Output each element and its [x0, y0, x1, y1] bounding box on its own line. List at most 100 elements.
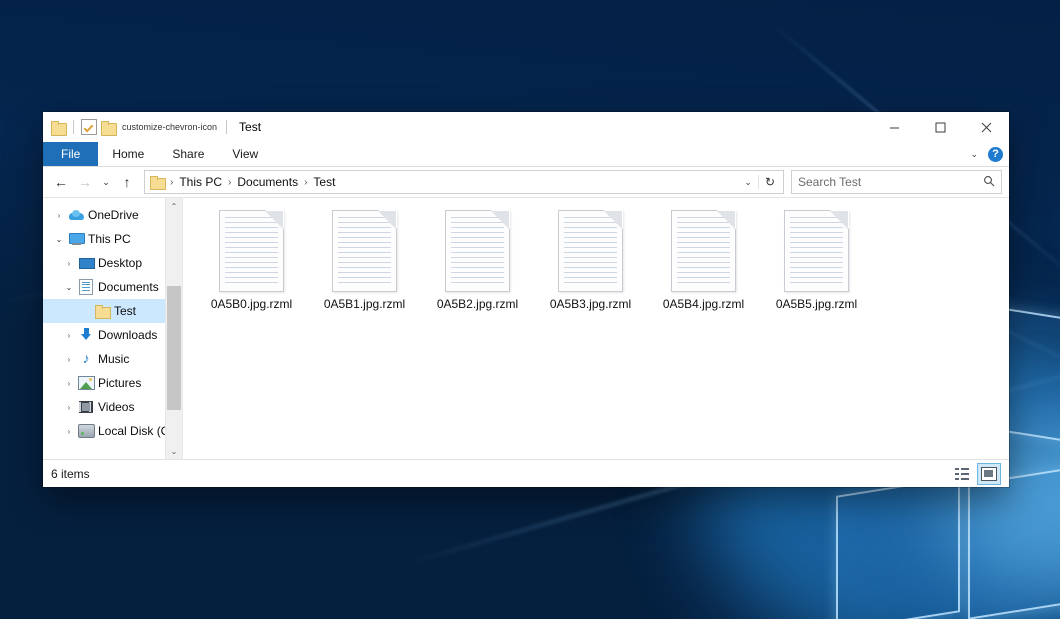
unknown-file-icon	[558, 210, 623, 292]
chevron-right-icon[interactable]: ›	[61, 427, 77, 436]
forward-button: →	[74, 171, 96, 193]
up-button[interactable]: ↑	[116, 171, 138, 193]
sidebar-item-label: Music	[95, 352, 129, 366]
search-input[interactable]: Search Test	[791, 170, 1002, 194]
file-item[interactable]: 0A5B3.jpg.rzml	[534, 207, 647, 311]
unknown-file-icon	[445, 210, 510, 292]
minimize-button[interactable]	[871, 112, 917, 142]
chevron-right-icon[interactable]: ›	[61, 403, 77, 412]
sidebar-item-label: Videos	[95, 400, 134, 414]
expand-ribbon-chevron-down-icon[interactable]: ⌄	[970, 149, 978, 160]
breadcrumb-item-this-pc[interactable]: This PC	[176, 175, 225, 189]
chevron-down-icon[interactable]: customize-chevron-icon	[120, 123, 219, 132]
chevron-down-icon[interactable]: ⌄	[51, 235, 67, 244]
tab-file[interactable]: File	[43, 142, 98, 166]
breadcrumb-separator: ›	[225, 177, 234, 188]
navigation-pane[interactable]: › OneDrive ⌄ This PC › Desktop	[43, 198, 183, 459]
large-icons-view-button[interactable]	[977, 463, 1001, 485]
close-icon	[981, 122, 992, 133]
scroll-down-icon[interactable]: ⌄	[166, 443, 182, 459]
chevron-right-icon[interactable]: ›	[61, 259, 77, 268]
sidebar-item-label: Pictures	[95, 376, 141, 390]
music-icon: ♪	[77, 352, 95, 366]
windows-logo-pane	[968, 464, 1060, 619]
close-button[interactable]	[963, 112, 1009, 142]
unknown-file-icon	[784, 210, 849, 292]
file-item[interactable]: 0A5B4.jpg.rzml	[647, 207, 760, 311]
folder-tree[interactable]: › OneDrive ⌄ This PC › Desktop	[43, 198, 182, 443]
sidebar-item-onedrive[interactable]: › OneDrive	[43, 203, 182, 227]
chevron-right-icon[interactable]: ›	[61, 331, 77, 340]
maximize-icon	[935, 122, 946, 133]
folder-icon[interactable]	[51, 121, 66, 134]
file-item[interactable]: 0A5B5.jpg.rzml	[760, 207, 873, 311]
windows-logo-pane	[836, 476, 960, 619]
file-name-label: 0A5B1.jpg.rzml	[324, 297, 405, 311]
properties-icon[interactable]	[81, 119, 97, 135]
sidebar-scrollbar[interactable]: ⌃ ⌄	[165, 198, 182, 459]
breadcrumb[interactable]: › This PC › Documents › Test ⌄ ↻	[144, 170, 784, 194]
sidebar-item-desktop[interactable]: › Desktop	[43, 251, 182, 275]
chevron-right-icon[interactable]: ›	[61, 379, 77, 388]
sidebar-item-pictures[interactable]: › Pictures	[43, 371, 182, 395]
downloads-icon	[77, 328, 95, 342]
scroll-up-icon[interactable]: ⌃	[166, 198, 182, 214]
chevron-right-icon[interactable]: ›	[61, 355, 77, 364]
file-name-label: 0A5B4.jpg.rzml	[663, 297, 744, 311]
file-name-label: 0A5B2.jpg.rzml	[437, 297, 518, 311]
sidebar-item-label: Downloads	[95, 328, 157, 342]
sidebar-item-local-disk-c[interactable]: › Local Disk (C:)	[43, 419, 182, 443]
desktop-icon	[77, 257, 95, 269]
tab-home[interactable]: Home	[98, 142, 158, 166]
address-bar-row[interactable]: ← → ⌄ ↑ › This PC › Documents › Test ⌄ ↻…	[43, 167, 1009, 197]
search-icon[interactable]	[983, 175, 995, 190]
help-icon[interactable]: ?	[988, 147, 1003, 162]
file-list-view[interactable]: 0A5B0.jpg.rzml 0A5B1.jpg.rzml 0A5B2.jpg.…	[183, 198, 1009, 459]
sidebar-item-label: Test	[111, 304, 136, 318]
sidebar-item-this-pc[interactable]: ⌄ This PC	[43, 227, 182, 251]
recent-locations-chevron-down-icon[interactable]: ⌄	[98, 171, 114, 193]
window-title: Test	[239, 120, 261, 134]
new-folder-icon[interactable]	[101, 121, 116, 134]
chevron-right-icon[interactable]: ›	[51, 211, 67, 220]
refresh-icon[interactable]: ↻	[758, 175, 781, 189]
breadcrumb-item-documents[interactable]: Documents	[234, 175, 301, 189]
ribbon-right-controls[interactable]: ⌄ ?	[970, 142, 1003, 166]
window-controls[interactable]	[871, 112, 1009, 142]
file-item[interactable]: 0A5B1.jpg.rzml	[308, 207, 421, 311]
maximize-button[interactable]	[917, 112, 963, 142]
details-view-icon	[955, 468, 969, 480]
toolbar-divider	[73, 120, 74, 134]
unknown-file-icon	[671, 210, 736, 292]
tab-share[interactable]: Share	[158, 142, 218, 166]
file-item[interactable]: 0A5B2.jpg.rzml	[421, 207, 534, 311]
file-grid: 0A5B0.jpg.rzml 0A5B1.jpg.rzml 0A5B2.jpg.…	[195, 207, 1009, 311]
address-dropdown-chevron-down-icon[interactable]: ⌄	[738, 177, 758, 188]
desktop-wallpaper: customize-chevron-icon Test	[0, 0, 1060, 619]
breadcrumb-item-test[interactable]: Test	[310, 175, 338, 189]
sidebar-item-downloads[interactable]: › Downloads	[43, 323, 182, 347]
sidebar-item-label: This PC	[85, 232, 131, 246]
disk-icon	[77, 424, 95, 438]
scrollbar-thumb[interactable]	[167, 286, 181, 410]
file-explorer-window[interactable]: customize-chevron-icon Test	[43, 112, 1009, 487]
sidebar-item-label: Desktop	[95, 256, 142, 270]
details-view-button[interactable]	[951, 464, 973, 484]
breadcrumb-separator: ›	[167, 177, 176, 188]
documents-icon	[77, 279, 95, 295]
sidebar-item-music[interactable]: › ♪ Music	[43, 347, 182, 371]
file-name-label: 0A5B5.jpg.rzml	[776, 297, 857, 311]
ribbon-tabs[interactable]: File Home Share View ⌄ ?	[43, 142, 1009, 167]
sidebar-item-test[interactable]: Test	[43, 299, 182, 323]
title-bar: customize-chevron-icon Test	[43, 112, 1009, 142]
tab-view[interactable]: View	[218, 142, 272, 166]
file-name-label: 0A5B0.jpg.rzml	[211, 297, 292, 311]
sidebar-item-videos[interactable]: › Videos	[43, 395, 182, 419]
quick-access-toolbar[interactable]: customize-chevron-icon	[43, 112, 230, 142]
scrollbar-track[interactable]	[166, 214, 182, 443]
chevron-down-icon[interactable]: ⌄	[61, 283, 77, 292]
back-button[interactable]: ←	[50, 171, 72, 193]
file-item[interactable]: 0A5B0.jpg.rzml	[195, 207, 308, 311]
sidebar-item-documents[interactable]: ⌄ Documents	[43, 275, 182, 299]
large-icons-view-icon	[981, 467, 997, 481]
